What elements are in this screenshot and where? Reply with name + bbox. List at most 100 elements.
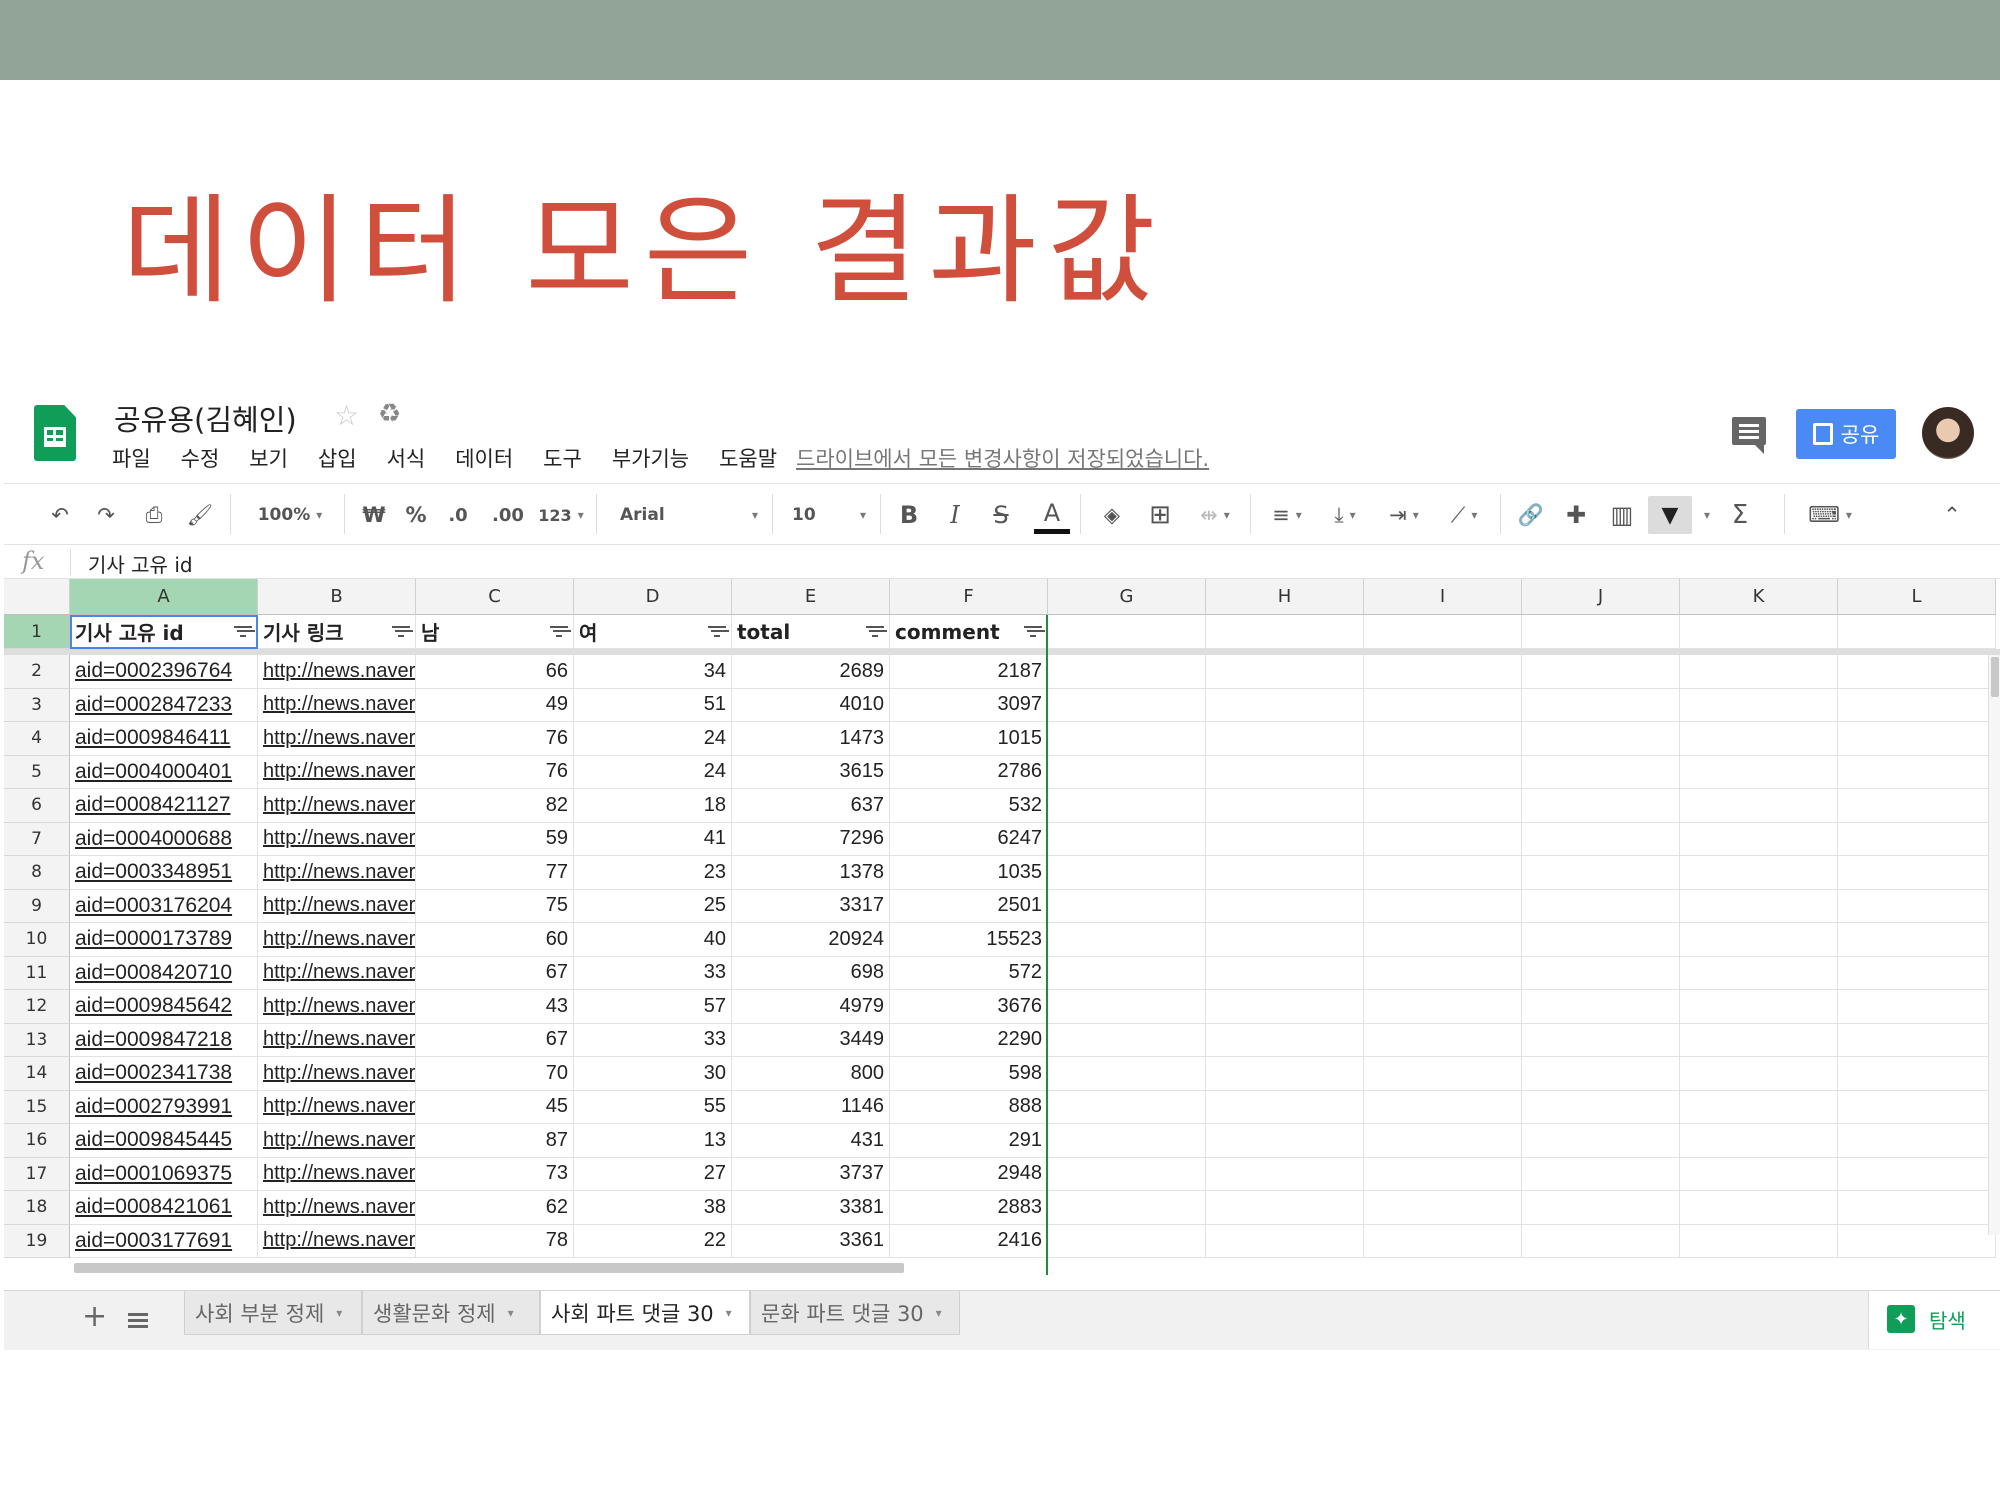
table-cell[interactable]: 33 <box>574 1023 732 1057</box>
empty-cell[interactable] <box>1838 755 1996 789</box>
increase-decimals-button[interactable]: .00 <box>486 496 530 534</box>
empty-cell[interactable] <box>1206 856 1364 890</box>
empty-cell[interactable] <box>1048 1090 1206 1124</box>
empty-cell[interactable] <box>1680 1090 1838 1124</box>
column-header[interactable]: I <box>1364 579 1522 615</box>
row-header[interactable]: 6 <box>4 789 70 823</box>
table-cell[interactable]: 1473 <box>732 722 890 756</box>
empty-cell[interactable] <box>1048 1124 1206 1158</box>
empty-cell[interactable] <box>1048 923 1206 957</box>
empty-cell[interactable] <box>1364 923 1522 957</box>
column-filter-icon[interactable] <box>392 625 410 638</box>
table-cell[interactable]: 3615 <box>732 755 890 789</box>
table-cell[interactable]: http://news.naver.c <box>258 755 416 789</box>
explore-button[interactable]: ✦ 탐색 <box>1868 1291 2000 1349</box>
empty-cell[interactable] <box>1048 688 1206 722</box>
filter-views-caret-icon[interactable]: ▾ <box>1694 496 1714 534</box>
empty-cell[interactable] <box>1522 990 1680 1024</box>
table-cell[interactable]: http://news.naver.c <box>258 923 416 957</box>
table-cell[interactable]: aid=0003176204 <box>70 889 258 923</box>
filter-icon[interactable]: ▼ <box>1648 496 1692 534</box>
empty-cell[interactable] <box>1364 856 1522 890</box>
table-cell[interactable]: aid=0004000688 <box>70 822 258 856</box>
table-cell[interactable]: 888 <box>890 1090 1048 1124</box>
row-header[interactable]: 4 <box>4 722 70 756</box>
table-cell[interactable]: 49 <box>416 688 574 722</box>
empty-cell[interactable] <box>1364 1023 1522 1057</box>
row-header[interactable]: 5 <box>4 755 70 789</box>
table-cell[interactable]: 3676 <box>890 990 1048 1024</box>
empty-cell[interactable] <box>1206 789 1364 823</box>
decrease-decimals-button[interactable]: .0 <box>440 496 476 534</box>
empty-cell[interactable] <box>1680 615 1838 649</box>
table-cell[interactable]: http://news.naver.c <box>258 1224 416 1258</box>
empty-cell[interactable] <box>1838 688 1996 722</box>
empty-cell[interactable] <box>1680 688 1838 722</box>
table-cell[interactable]: 18 <box>574 789 732 823</box>
empty-cell[interactable] <box>1048 655 1206 689</box>
comments-icon[interactable] <box>1732 417 1766 454</box>
table-cell[interactable]: 67 <box>416 956 574 990</box>
add-sheet-icon[interactable]: + <box>82 1299 107 1334</box>
table-cell[interactable]: aid=0003177691 <box>70 1224 258 1258</box>
empty-cell[interactable] <box>1364 1191 1522 1225</box>
insert-chart-icon[interactable]: ▥ <box>1604 496 1640 534</box>
table-cell[interactable]: http://news.naver.c <box>258 789 416 823</box>
empty-cell[interactable] <box>1522 655 1680 689</box>
table-cell[interactable]: 76 <box>416 755 574 789</box>
table-cell[interactable]: 73 <box>416 1157 574 1191</box>
empty-cell[interactable] <box>1048 856 1206 890</box>
empty-cell[interactable] <box>1522 722 1680 756</box>
row-header[interactable]: 12 <box>4 990 70 1024</box>
header-cell[interactable]: 여 <box>574 615 732 649</box>
table-cell[interactable]: 41 <box>574 822 732 856</box>
table-cell[interactable]: 2501 <box>890 889 1048 923</box>
table-cell[interactable]: http://news.naver.c <box>258 1057 416 1091</box>
functions-icon[interactable]: Σ <box>1722 496 1758 534</box>
table-cell[interactable]: 2689 <box>732 655 890 689</box>
empty-cell[interactable] <box>1364 1157 1522 1191</box>
empty-cell[interactable] <box>1048 956 1206 990</box>
empty-cell[interactable] <box>1522 822 1680 856</box>
empty-cell[interactable] <box>1364 889 1522 923</box>
table-cell[interactable]: 62 <box>416 1191 574 1225</box>
menu-item[interactable]: 삽입 <box>318 443 357 473</box>
empty-cell[interactable] <box>1206 822 1364 856</box>
document-title[interactable]: 공유용(김혜인) <box>114 397 297 439</box>
empty-cell[interactable] <box>1680 889 1838 923</box>
column-filter-icon[interactable] <box>1024 625 1042 638</box>
column-header[interactable]: K <box>1680 579 1838 615</box>
table-cell[interactable]: http://news.naver.c <box>258 1090 416 1124</box>
select-all-corner[interactable] <box>4 579 70 615</box>
redo-icon[interactable]: ↷ <box>88 496 124 534</box>
table-cell[interactable]: 27 <box>574 1157 732 1191</box>
empty-cell[interactable] <box>1838 1224 1996 1258</box>
empty-cell[interactable] <box>1522 956 1680 990</box>
collapse-menus-icon[interactable]: ⌃ <box>1934 496 1970 534</box>
table-cell[interactable]: aid=0004000401 <box>70 755 258 789</box>
table-cell[interactable]: 1146 <box>732 1090 890 1124</box>
table-cell[interactable]: 7296 <box>732 822 890 856</box>
empty-cell[interactable] <box>1206 956 1364 990</box>
empty-cell[interactable] <box>1522 889 1680 923</box>
empty-cell[interactable] <box>1364 990 1522 1024</box>
empty-cell[interactable] <box>1838 789 1996 823</box>
table-cell[interactable]: aid=0008420710 <box>70 956 258 990</box>
horizontal-align-icon[interactable]: ≡ ▾ <box>1262 496 1312 534</box>
empty-cell[interactable] <box>1364 1124 1522 1158</box>
percent-button[interactable]: % <box>400 496 432 534</box>
save-status[interactable]: 드라이브에서 모든 변경사항이 저장되었습니다. <box>796 443 1209 473</box>
borders-icon[interactable]: ⊞ <box>1142 496 1178 534</box>
table-cell[interactable]: 3317 <box>732 889 890 923</box>
row-header[interactable]: 15 <box>4 1090 70 1124</box>
table-cell[interactable]: 1035 <box>890 856 1048 890</box>
table-cell[interactable]: 33 <box>574 956 732 990</box>
empty-cell[interactable] <box>1364 822 1522 856</box>
table-cell[interactable]: http://news.naver.c <box>258 722 416 756</box>
empty-cell[interactable] <box>1680 822 1838 856</box>
table-cell[interactable]: aid=0001069375 <box>70 1157 258 1191</box>
table-cell[interactable]: aid=0008421061 <box>70 1191 258 1225</box>
column-filter-icon[interactable] <box>866 625 884 638</box>
column-header[interactable]: C <box>416 579 574 615</box>
empty-cell[interactable] <box>1838 923 1996 957</box>
